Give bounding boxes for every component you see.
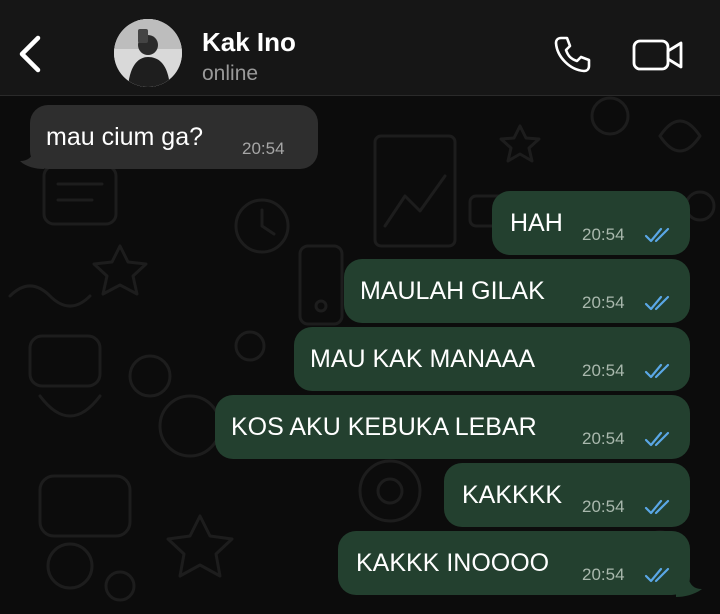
- voice-call-button[interactable]: [552, 34, 592, 74]
- double-check-icon: [644, 431, 670, 447]
- message-text: MAULAH GILAK: [360, 277, 545, 305]
- message-bubble-outgoing[interactable]: KAKKKK 20:54: [444, 463, 690, 527]
- message-time: 20:54: [582, 565, 625, 584]
- message-bubble-outgoing[interactable]: HAH 20:54: [492, 191, 690, 255]
- back-button[interactable]: [14, 32, 48, 76]
- phone-icon: [554, 36, 591, 73]
- chevron-left-icon: [19, 35, 41, 73]
- message-time: 20:54: [582, 225, 625, 244]
- message-text: KAKKKK: [462, 481, 563, 509]
- double-check-icon: [644, 567, 670, 583]
- message-text: HAH: [510, 209, 563, 237]
- chat-screen: Kak Ino online mau cium ga? 20:54 HAH 20…: [0, 0, 720, 614]
- video-call-button[interactable]: [632, 38, 684, 72]
- video-camera-icon: [632, 39, 683, 71]
- bubble-tail: [20, 151, 44, 169]
- message-time: 20:54: [242, 139, 285, 158]
- message-text: MAU KAK MANAAA: [310, 345, 536, 373]
- chat-header: Kak Ino online: [0, 0, 720, 96]
- message-text: mau cium ga?: [46, 123, 204, 151]
- double-check-icon: [644, 227, 670, 243]
- message-bubble-outgoing[interactable]: MAU KAK MANAAA 20:54: [294, 327, 690, 391]
- message-text: KOS AKU KEBUKA LEBAR: [231, 413, 537, 441]
- message-time: 20:54: [582, 497, 625, 516]
- contact-name[interactable]: Kak Ino: [202, 27, 296, 58]
- message-bubble-outgoing[interactable]: KAKKK INOOOO 20:54: [338, 531, 690, 595]
- message-list[interactable]: mau cium ga? 20:54 HAH 20:54 MAULAH GILA…: [0, 96, 720, 614]
- message-bubble-outgoing[interactable]: MAULAH GILAK 20:54: [344, 259, 690, 323]
- double-check-icon: [644, 295, 670, 311]
- message-text: KAKKK INOOOO: [356, 549, 550, 577]
- bubble-tail: [676, 577, 702, 597]
- message-time: 20:54: [582, 361, 625, 380]
- contact-status: online: [202, 62, 259, 85]
- double-check-icon: [644, 363, 670, 379]
- message-time: 20:54: [582, 429, 625, 448]
- avatar[interactable]: [114, 19, 182, 87]
- message-time: 20:54: [582, 293, 625, 312]
- double-check-icon: [644, 499, 670, 515]
- message-bubble-incoming[interactable]: mau cium ga? 20:54: [30, 105, 318, 169]
- message-bubble-outgoing[interactable]: KOS AKU KEBUKA LEBAR 20:54: [215, 395, 690, 459]
